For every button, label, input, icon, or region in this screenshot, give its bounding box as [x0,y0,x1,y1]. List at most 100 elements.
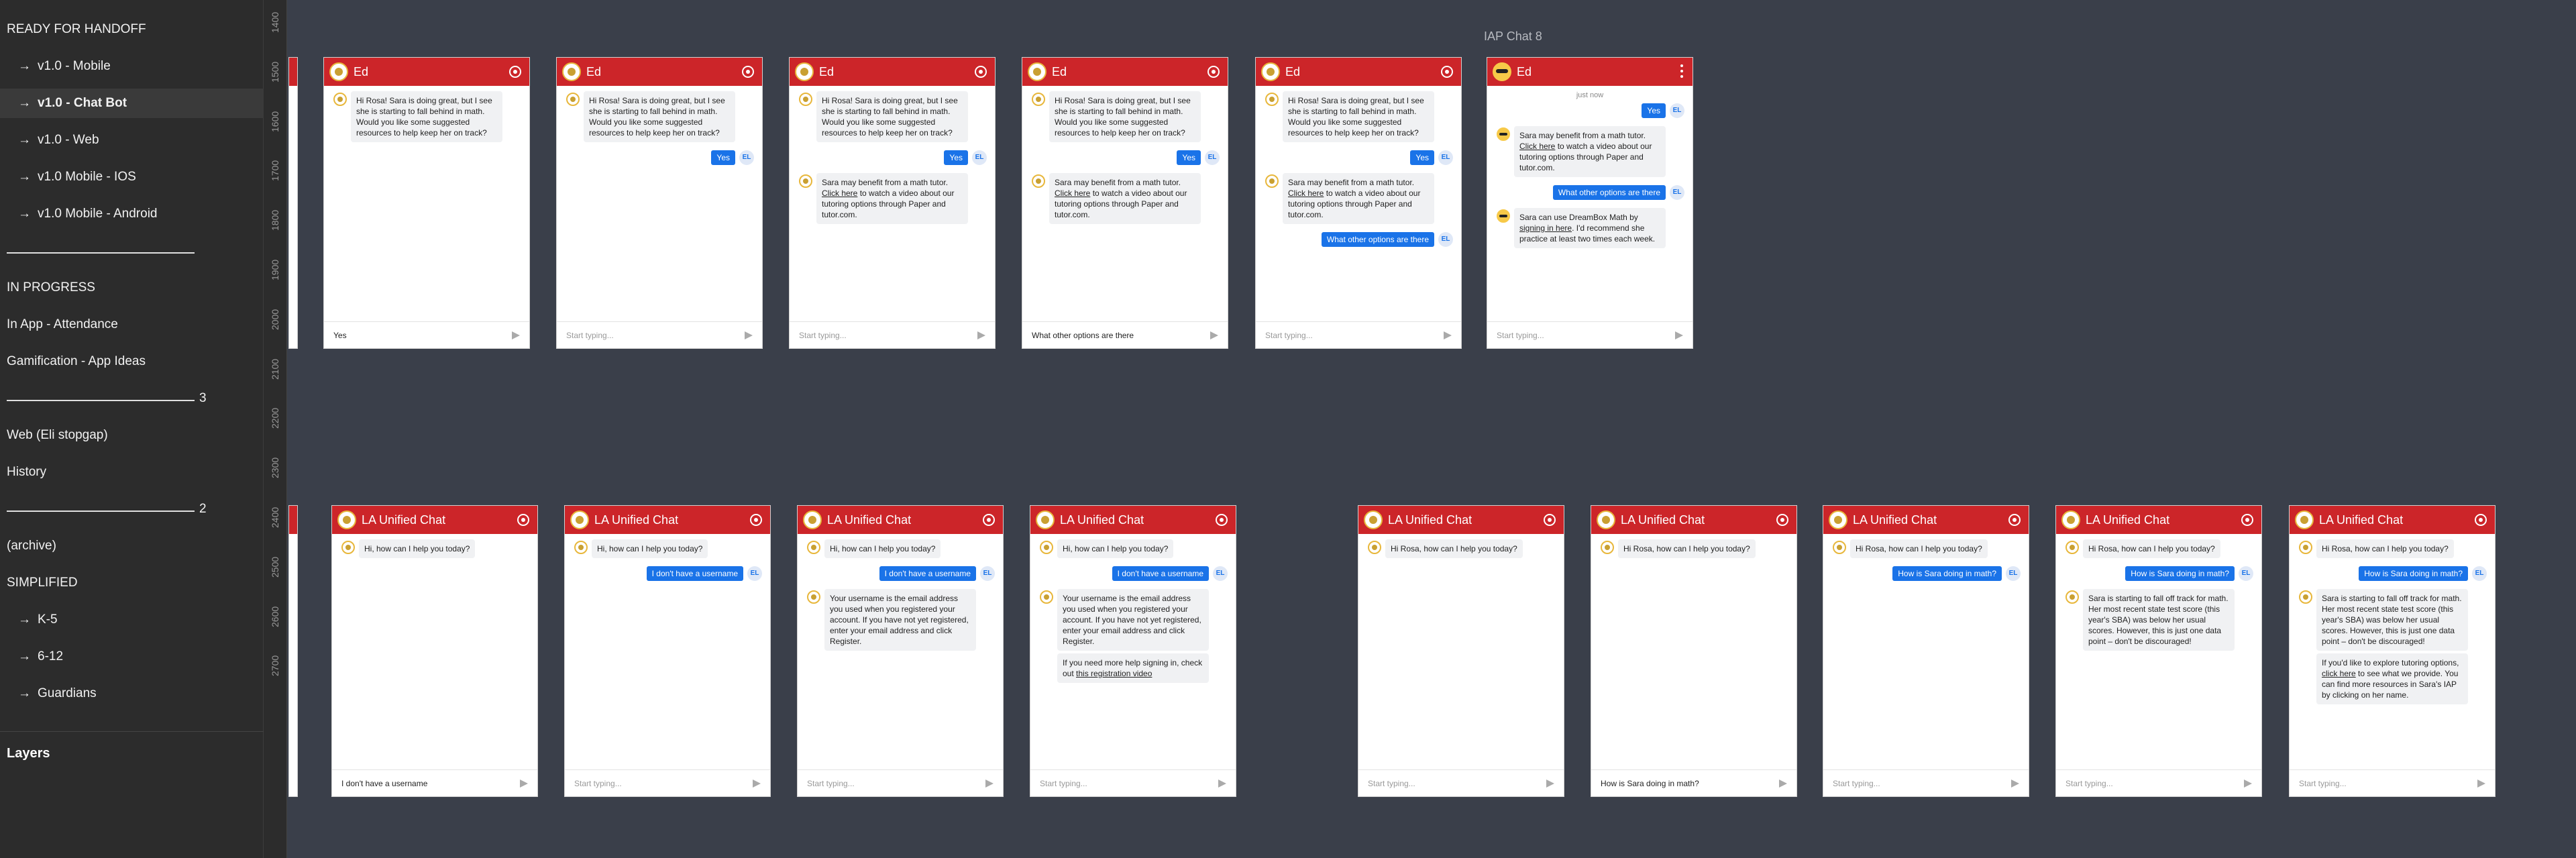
chat-input[interactable]: Start typing... [1030,769,1236,796]
bot-bubble[interactable]: Sara may benefit from a math tutor. Clic… [816,173,968,224]
chat-frame[interactable]: LA Unified Chat Hi Rosa, how can I help y… [2055,505,2262,797]
chat-input[interactable]: Yes [324,321,529,348]
bot-bubble[interactable]: Your username is the email address you u… [824,589,976,651]
chat-frame-edge[interactable] [288,505,298,797]
send-icon[interactable] [2244,780,2252,788]
chat-input[interactable]: Start typing... [1823,769,2029,796]
send-icon[interactable] [745,331,753,339]
chat-frame[interactable]: Ed Hi Rosa! Sara is doing great, but I se… [789,57,996,349]
send-icon[interactable] [1444,331,1452,339]
bot-bubble[interactable]: Sara is starting to fall off track for m… [2083,589,2235,651]
chat-input[interactable]: Start typing... [790,321,995,348]
more-options-icon[interactable] [1680,64,1683,78]
chat-input[interactable]: I don't have a username [332,769,537,796]
bot-bubble[interactable]: Hi, how can I help you today? [824,539,941,558]
bot-bubble[interactable]: Sara may benefit from a math tutor. Clic… [1514,126,1666,177]
send-icon[interactable] [1779,780,1787,788]
chat-input[interactable]: Start typing... [798,769,1003,796]
design-canvas[interactable]: 1400 1500 1600 1700 1800 1900 2000 2100 2200 2300… [264,0,2576,858]
bot-bubble[interactable]: Hi Rosa! Sara is doing great, but I see … [351,91,502,142]
page-item[interactable]: → Guardians [0,679,264,708]
bot-bubble[interactable]: Sara can use DreamBox Math by signing in… [1514,208,1666,248]
send-icon[interactable] [977,331,985,339]
chat-frame[interactable]: LA Unified Chat Hi Rosa, how can I help y… [1591,505,1797,797]
page-item[interactable]: History [0,458,264,487]
send-icon[interactable] [520,780,528,788]
chat-messages[interactable]: Hi Rosa, how can I help you today? [1591,534,1796,769]
page-item[interactable]: (archive) [0,531,264,561]
page-item[interactable]: Gamification - App Ideas [0,347,264,376]
send-icon[interactable] [1210,331,1218,339]
bot-bubble[interactable]: Hi, how can I help you today? [359,539,476,558]
bot-bubble[interactable]: Sara may benefit from a math tutor. Clic… [1049,173,1201,224]
page-divider[interactable] [0,236,264,266]
chat-messages[interactable]: Hi Rosa, how can I help you today? [1358,534,1564,769]
page-item[interactable]: → v1.0 - Mobile [0,52,264,81]
bot-bubble[interactable]: Hi Rosa! Sara is doing great, but I see … [1283,91,1434,142]
chat-input[interactable]: Start typing... [2056,769,2261,796]
chat-frame[interactable]: LA Unified Chat Hi, how can I help you to… [1030,505,1236,797]
minimize-chat-icon[interactable] [1776,514,1788,526]
bot-bubble[interactable]: Hi Rosa! Sara is doing great, but I see … [816,91,968,142]
send-icon[interactable] [2011,780,2019,788]
minimize-chat-icon[interactable] [509,66,521,78]
page-item[interactable]: READY FOR HANDOFF [0,15,264,44]
chat-input[interactable]: Start typing... [1256,321,1461,348]
send-icon[interactable] [1218,780,1226,788]
chat-messages[interactable]: Hi Rosa, how can I help you today? How is… [2056,534,2261,769]
chat-frame[interactable]: Ed just now Yes EL Sara may benefit from a m… [1487,57,1693,349]
page-item[interactable]: → v1.0 - Chat Bot [0,89,264,118]
chat-input[interactable]: Start typing... [565,769,770,796]
chat-input[interactable]: Start typing... [1487,321,1693,348]
chat-input[interactable]: What other options are there [1022,321,1228,348]
chat-messages[interactable]: Hi, how can I help you today? [332,534,537,769]
bot-bubble[interactable]: Hi Rosa! Sara is doing great, but I see … [584,91,735,142]
chat-frame[interactable]: Ed Hi Rosa! Sara is doing great, but I se… [1022,57,1228,349]
chat-messages[interactable]: Hi Rosa! Sara is doing great, but I see … [1022,86,1228,321]
frame-label[interactable]: IAP Chat 8 [1484,30,1542,44]
chat-frame[interactable]: LA Unified Chat Hi Rosa, how can I help y… [1358,505,1564,797]
bot-bubble[interactable]: Hi Rosa! Sara is doing great, but I see … [1049,91,1201,142]
chat-frame[interactable]: LA Unified Chat Hi, how can I help you to… [564,505,771,797]
bot-bubble[interactable]: Hi Rosa, how can I help you today? [1618,539,1756,558]
minimize-chat-icon[interactable] [1441,66,1453,78]
page-item[interactable]: → v1.0 Mobile - Android [0,199,264,229]
bot-bubble[interactable]: Sara may benefit from a math tutor. Clic… [1283,173,1434,224]
minimize-chat-icon[interactable] [1216,514,1228,526]
chat-messages[interactable]: Hi, how can I help you today? I don't hav… [798,534,1003,769]
page-item[interactable]: → v1.0 Mobile - IOS [0,162,264,192]
bot-bubble[interactable]: Hi Rosa, how can I help you today? [1850,539,1988,558]
send-icon[interactable] [753,780,761,788]
chat-messages[interactable]: Hi Rosa, how can I help you today? How is… [1823,534,2029,769]
minimize-chat-icon[interactable] [1208,66,1220,78]
send-icon[interactable] [1546,780,1554,788]
chat-frame[interactable]: LA Unified Chat Hi Rosa, how can I help y… [2289,505,2496,797]
page-item[interactable]: Web (Eli stopgap) [0,421,264,450]
minimize-chat-icon[interactable] [517,514,529,526]
chat-messages[interactable]: Hi, how can I help you today? I don't hav… [565,534,770,769]
chat-input[interactable]: Start typing... [2290,769,2495,796]
chat-input[interactable]: Start typing... [1358,769,1564,796]
minimize-chat-icon[interactable] [750,514,762,526]
send-icon[interactable] [2477,780,2485,788]
bot-bubble[interactable]: If you'd like to explore tutoring option… [2316,653,2468,704]
chat-frame[interactable]: Ed Hi Rosa! Sara is doing great, but I se… [323,57,530,349]
chat-frame[interactable]: LA Unified Chat Hi, how can I help you to… [797,505,1004,797]
page-divider[interactable]: 3 [0,384,264,413]
bot-bubble[interactable]: Hi, how can I help you today? [592,539,708,558]
page-divider[interactable]: 2 [0,494,264,524]
minimize-chat-icon[interactable] [1544,514,1556,526]
page-item[interactable]: → 6-12 [0,642,264,672]
minimize-chat-icon[interactable] [975,66,987,78]
minimize-chat-icon[interactable] [2008,514,2021,526]
chat-input[interactable]: Start typing... [557,321,762,348]
chat-messages[interactable]: just now Yes EL Sara may benefit from a mat… [1487,86,1693,321]
bot-bubble[interactable]: Hi Rosa, how can I help you today? [1385,539,1523,558]
minimize-chat-icon[interactable] [2475,514,2487,526]
minimize-chat-icon[interactable] [983,514,995,526]
bot-bubble[interactable]: Hi, how can I help you today? [1057,539,1174,558]
send-icon[interactable] [512,331,520,339]
chat-messages[interactable]: Hi Rosa! Sara is doing great, but I see … [790,86,995,321]
page-item[interactable]: SIMPLIFIED [0,568,264,598]
chat-frame[interactable]: Ed Hi Rosa! Sara is doing great, but I se… [556,57,763,349]
